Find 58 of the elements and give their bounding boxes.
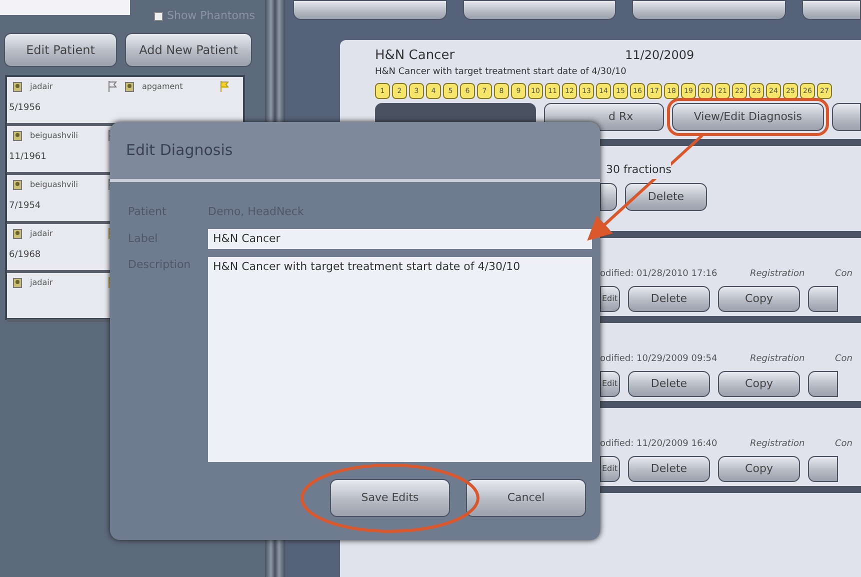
patient-icon [13,130,22,140]
modified-date: odified: 10/29/2009 09:54 [600,353,718,366]
button[interactable]: Delete [625,182,707,211]
column-label: Con [835,438,852,452]
button[interactable] [808,370,838,397]
button[interactable]: Delete [628,286,710,312]
button[interactable] [832,103,861,132]
registration-label: Registration [750,268,806,282]
birth-date: 11/1961 [9,150,46,164]
button[interactable]: Copy [718,456,800,482]
diagnosis-description: H&N Cancer with target treatment start date of 4/30/10 [375,66,628,79]
button[interactable]: Copy [718,370,800,397]
birth-date: 7/1954 [9,200,41,212]
diagnosis-title: H&N Cancer [375,47,456,66]
user-name: jadair [30,276,54,288]
button[interactable]: Cancel [466,479,586,517]
user-name: beiguashvili [30,178,79,190]
flag-icon[interactable] [108,81,117,92]
button[interactable]: Edit [600,286,620,312]
column-label: Con [835,268,852,282]
user-name: jadair [30,80,54,92]
button[interactable]: Edit [600,370,620,397]
diagnosis-date: 11/20/2009 [625,47,694,64]
button[interactable] [808,286,838,312]
button[interactable]: Add New Patient [125,32,252,66]
button[interactable]: Edit Patient [4,32,117,66]
dialog-title: Edit Diagnosis [126,140,233,162]
patient-icon [13,228,22,238]
registration-label: Registration [750,438,806,452]
description-field[interactable]: H&N Cancer with target treatment start date of 4/30/10 [208,257,592,462]
button[interactable]: Copy [718,286,800,312]
button[interactable] [808,456,838,482]
button[interactable]: Delete [628,456,710,482]
registration-label: Registration [750,353,806,366]
button[interactable]: Delete [628,370,710,397]
fraction-summary: 30 fractions [606,162,672,179]
user-name: beiguashvili [30,130,79,142]
checkbox[interactable] [154,12,163,21]
tab-button[interactable] [293,0,447,20]
patient-icon [13,82,22,92]
tab-button[interactable] [802,0,861,20]
birth-date: 5/1956 [9,102,41,114]
patient-name-field[interactable] [0,0,130,15]
button[interactable] [600,182,617,211]
button[interactable]: Save Edits [330,479,450,517]
user-name: jadair [30,228,54,240]
modified-date: odified: 11/20/2009 16:40 [600,438,718,452]
column-label: Con [835,353,852,366]
modified-date: odified: 01/28/2010 17:16 [600,268,718,282]
label-field[interactable]: H&N Cancer [208,228,592,249]
patient-icon [13,278,22,288]
tab-button[interactable] [462,0,616,20]
birth-date: 6/1968 [9,248,41,262]
user-name: apgament [142,80,184,92]
tab-button[interactable] [632,0,786,20]
button[interactable]: Edit [600,456,620,482]
patient-icon [13,180,22,190]
patient-icon [125,82,134,92]
